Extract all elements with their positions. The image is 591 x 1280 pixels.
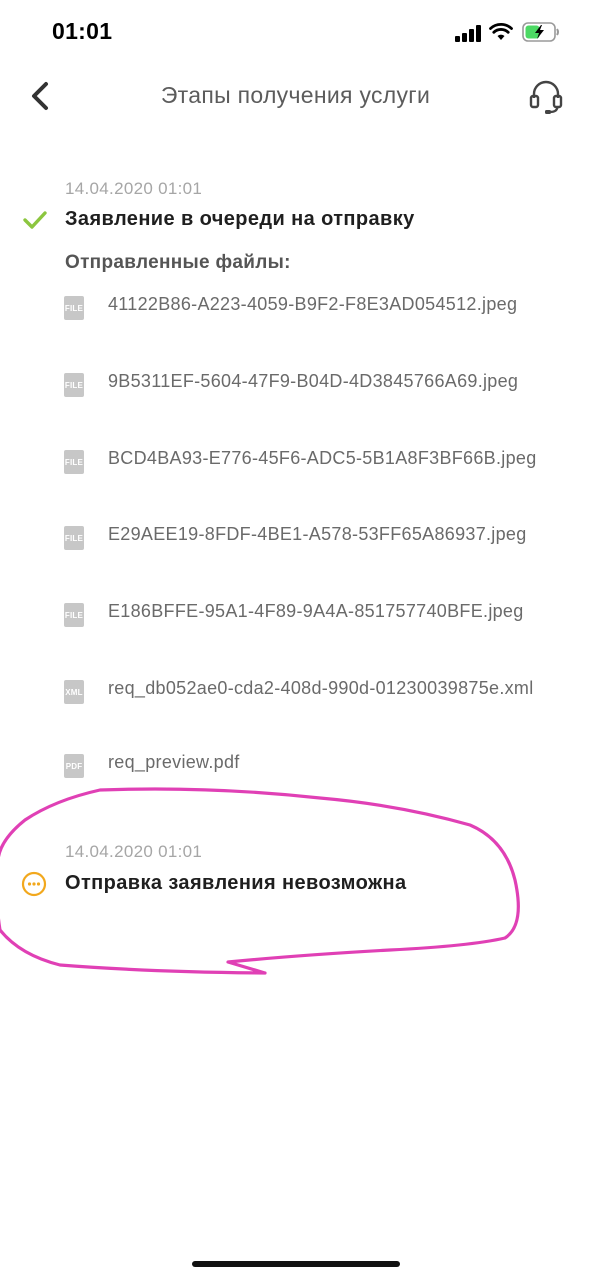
file-name: E29AEE19-8FDF-4BE1-A578-53FF65A86937.jpe… — [108, 524, 527, 544]
step-title: Отправка заявления невозможна — [65, 872, 407, 894]
file-name: E186BFFE-95A1-4F89-9A4A-851757740BFE.jpe… — [108, 601, 524, 621]
file-name: 41122B86-A223-4059-B9F2-F8E3AD054512.jpe… — [108, 294, 518, 314]
file-icon: XML — [64, 680, 84, 704]
file-icon: FILE — [64, 373, 84, 397]
headset-icon — [529, 80, 563, 114]
status-time: 01:01 — [52, 18, 113, 44]
file-name: req_preview.pdf — [108, 752, 240, 772]
checkmark-icon — [23, 211, 47, 229]
battery-charging-icon — [522, 22, 559, 42]
file-icon: PDF — [64, 754, 84, 778]
file-icon: FILE — [64, 526, 84, 550]
chevron-left-icon — [32, 82, 48, 110]
file-name: req_db052ae0-cda2-408d-990d-01230039875e… — [108, 678, 534, 698]
page-title: Этапы получения услуги — [160, 82, 431, 108]
file-name: BCD4BA93-E776-45F6-ADC5-5B1A8F3BF66B.jpe… — [108, 448, 537, 468]
step-title: Заявление в очереди на отправку — [65, 208, 415, 230]
wifi-icon — [489, 23, 513, 40]
back-button[interactable] — [18, 74, 62, 118]
step-date: 14.04.2020 01:01 — [65, 842, 203, 861]
pending-dots-icon — [21, 871, 47, 897]
file-icon: FILE — [64, 603, 84, 627]
file-icon: FILE — [64, 450, 84, 474]
status-bar: 01:01 — [0, 0, 591, 64]
home-indicator — [192, 1261, 400, 1267]
step-date: 14.04.2020 01:01 — [65, 179, 203, 198]
support-button[interactable] — [525, 76, 567, 116]
cellular-signal-icon — [455, 24, 483, 42]
files-heading: Отправленные файлы: — [65, 252, 291, 273]
file-name: 9B5311EF-5604-47F9-B04D-4D3845766A69.jpe… — [108, 371, 519, 391]
file-icon: FILE — [64, 296, 84, 320]
